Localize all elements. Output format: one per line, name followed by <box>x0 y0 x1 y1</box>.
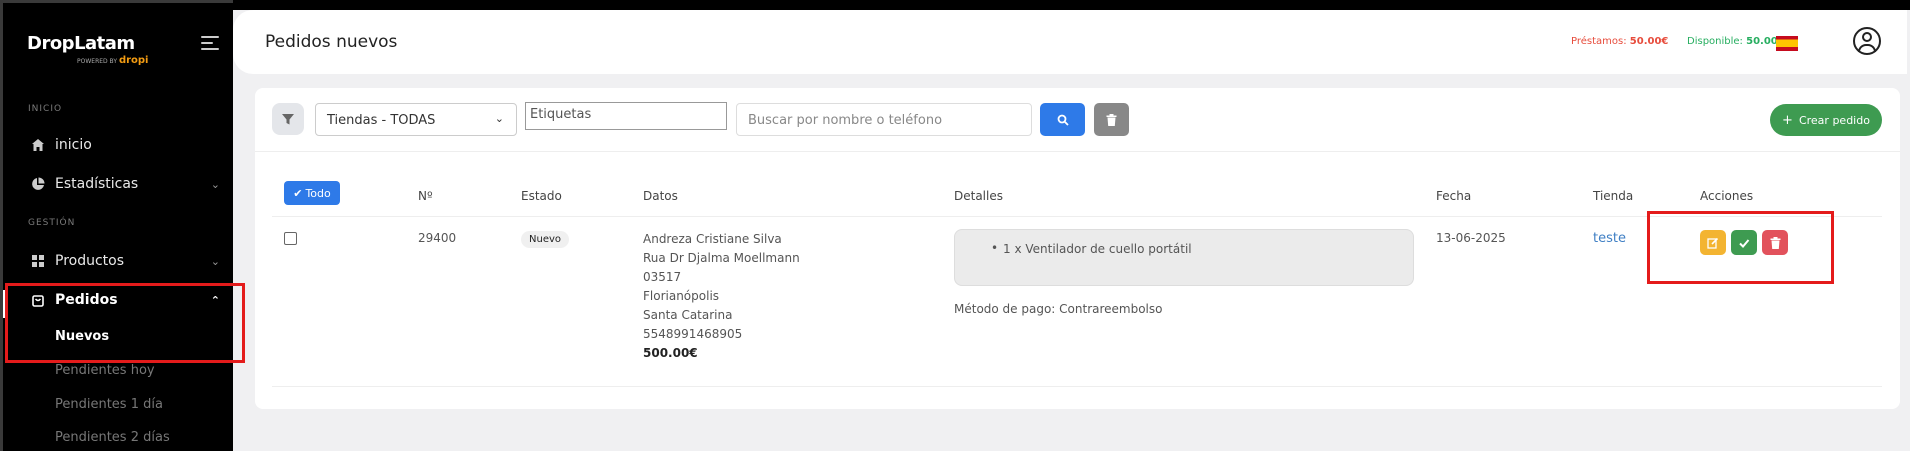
sidebar-item-inicio[interactable]: inicio <box>30 137 220 153</box>
menu-toggle-icon[interactable] <box>201 36 219 54</box>
logo-sub-prefix: POWERED BY <box>77 58 118 65</box>
payment-method: Método de pago: Contrareembolso <box>954 302 1163 316</box>
logo-sub: POWERED BY dropi <box>77 55 148 66</box>
row-checkbox[interactable] <box>284 232 297 245</box>
column-header-actions: Acciones <box>1700 189 1754 203</box>
annotation-highlight-box <box>1647 211 1834 284</box>
column-header-number: Nº <box>418 189 433 203</box>
plus-icon: + <box>1782 112 1793 128</box>
filter-button[interactable] <box>272 103 304 135</box>
sidebar-subitem-pendientes-hoy[interactable]: Pendientes hoy <box>55 363 155 378</box>
customer-name: Andreza Cristiane Silva <box>643 232 782 246</box>
store-select-value: Tiendas - TODAS <box>327 113 436 128</box>
loan-label: Préstamos: <box>1571 36 1627 47</box>
customer-data: Andreza Cristiane Silva Rua Dr Djalma Mo… <box>643 230 800 363</box>
loan-value: 50.00€ <box>1629 36 1669 47</box>
column-header-store: Tienda <box>1593 189 1634 203</box>
page-title: Pedidos nuevos <box>265 32 398 52</box>
sidebar: DropLatam POWERED BY dropi INICIO inicio… <box>0 0 245 451</box>
trash-icon <box>1106 113 1117 126</box>
customer-street: Rua Dr Djalma Moellmann <box>643 251 800 265</box>
customer-state: Santa Catarina <box>643 308 733 322</box>
customer-zip: 03517 <box>643 270 682 284</box>
chevron-down-icon: ⌄ <box>210 254 220 268</box>
tags-input[interactable]: Etiquetas <box>525 102 727 130</box>
select-all-label: Todo <box>305 186 331 200</box>
sidebar-item-productos[interactable]: Productos ⌄ <box>30 253 220 269</box>
order-date: 13-06-2025 <box>1436 231 1506 245</box>
orders-card: Tiendas - TODAS ⌄ Etiquetas Buscar por n… <box>255 88 1900 409</box>
customer-phone: 5548991468905 <box>643 327 743 341</box>
filter-icon <box>282 114 294 125</box>
create-order-button[interactable]: + Crear pedido <box>1770 104 1882 136</box>
loan-balance: Préstamos: 50.00€ <box>1571 36 1668 47</box>
order-number: 29400 <box>418 231 457 245</box>
order-details-box: 1 x Ventilador de cuello portátil <box>954 229 1414 286</box>
order-detail-item: 1 x Ventilador de cuello portátil <box>1003 242 1192 256</box>
logo-text: DropLatam <box>27 33 135 54</box>
store-link[interactable]: teste <box>1593 231 1626 246</box>
user-avatar-icon[interactable] <box>1853 27 1881 55</box>
available-balance: Disponible: 50.00€ <box>1687 36 1785 47</box>
create-order-label: Crear pedido <box>1798 113 1870 127</box>
chevron-down-icon: ⌄ <box>494 112 504 125</box>
clear-filters-button[interactable] <box>1094 103 1129 136</box>
sidebar-item-estadisticas[interactable]: Estadísticas ⌄ <box>30 176 220 192</box>
check-icon: ✔ <box>293 186 303 200</box>
logo-brand: dropi <box>118 55 149 66</box>
search-icon <box>1057 114 1069 126</box>
sidebar-item-label: Productos <box>55 253 125 269</box>
sidebar-item-label: Estadísticas <box>55 176 139 192</box>
sidebar-subitem-pendientes-2-dias[interactable]: Pendientes 2 días <box>55 430 170 445</box>
grid-icon <box>30 254 45 269</box>
sidebar-subitem-pendientes-1-dia[interactable]: Pendientes 1 día <box>55 397 163 412</box>
section-label-gestion: GESTIÓN <box>28 218 76 228</box>
status-badge: Nuevo <box>521 231 570 248</box>
header: Pedidos nuevos Préstamos: 50.00€ Disponi… <box>233 10 1907 74</box>
pie-chart-icon <box>30 177 45 192</box>
spain-flag-icon[interactable] <box>1776 36 1798 51</box>
order-total: 500.00€ <box>643 346 698 360</box>
column-header-date: Fecha <box>1436 189 1472 203</box>
search-input[interactable]: Buscar por nombre o teléfono <box>736 103 1032 136</box>
column-header-details: Detalles <box>954 189 1003 203</box>
home-icon <box>30 138 45 153</box>
column-header-data: Datos <box>643 189 678 203</box>
filter-toolbar: Tiendas - TODAS ⌄ Etiquetas Buscar por n… <box>255 88 1900 152</box>
search-button[interactable] <box>1040 103 1085 136</box>
column-header-status: Estado <box>521 189 562 203</box>
logo[interactable]: DropLatam POWERED BY dropi <box>27 33 148 66</box>
chevron-down-icon: ⌄ <box>210 177 220 191</box>
divider <box>272 386 1882 387</box>
sidebar-item-label: inicio <box>55 137 92 153</box>
annotation-highlight-box <box>5 283 245 363</box>
avail-label: Disponible: <box>1687 36 1743 47</box>
select-all-button[interactable]: ✔ Todo <box>284 181 340 205</box>
divider <box>272 216 1882 217</box>
header-backdrop <box>233 0 1910 10</box>
customer-city: Florianópolis <box>643 289 720 303</box>
section-label-inicio: INICIO <box>28 104 63 114</box>
store-select[interactable]: Tiendas - TODAS ⌄ <box>315 103 517 136</box>
